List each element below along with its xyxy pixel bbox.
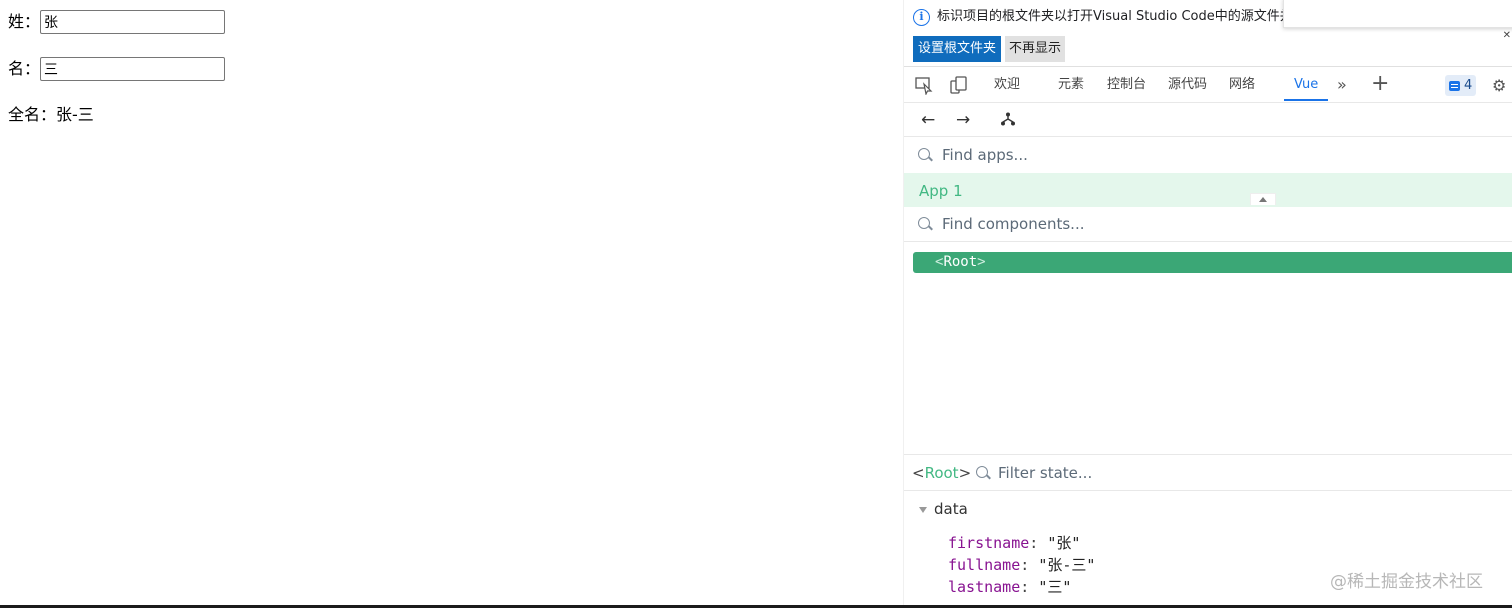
state-property: firstname: "张" — [948, 534, 1081, 552]
find-apps-bar — [904, 137, 1512, 173]
tab-vue[interactable]: Vue — [1294, 67, 1318, 103]
more-tabs-icon[interactable]: » — [1337, 75, 1347, 94]
tab-sources[interactable]: 源代码 — [1168, 67, 1207, 103]
search-icon — [918, 148, 930, 160]
component-tree-root[interactable]: <Root> — [913, 252, 1512, 273]
lastname-input[interactable] — [40, 10, 226, 34]
firstname-label: 名： — [8, 59, 41, 78]
tab-welcome[interactable]: 欢迎 — [994, 67, 1020, 103]
app-list-item[interactable]: App 1 — [904, 173, 1512, 207]
find-components-input[interactable] — [942, 214, 1242, 234]
tab-console[interactable]: 控制台 — [1107, 67, 1146, 103]
devtools-tabbar: 欢迎 元素 控制台 源代码 网络 Vue » + 4 ⚙ — [904, 66, 1512, 103]
close-icon[interactable]: ✕ — [1503, 30, 1511, 41]
filter-state-input[interactable] — [998, 463, 1298, 483]
active-tab-indicator — [1284, 99, 1328, 101]
lastname-label: 姓： — [8, 12, 41, 31]
search-icon — [918, 217, 930, 229]
watermark: @稀土掘金技术社区 — [1330, 572, 1483, 592]
collapse-toggle-icon[interactable] — [1250, 193, 1276, 205]
infobar-message: 标识项目的根文件夹以打开Visual Studio Code中的源文件并 — [937, 9, 1293, 24]
add-tab-icon[interactable]: + — [1371, 71, 1389, 96]
inspect-element-icon[interactable] — [914, 75, 934, 95]
find-apps-input[interactable] — [942, 145, 1242, 165]
state-inspector-header: <Root> — [904, 454, 1512, 491]
firstname-input[interactable] — [40, 57, 226, 81]
vue-nav-bar: ← → — [904, 103, 1512, 137]
firstname-row: 名： — [8, 57, 226, 81]
info-icon: i — [913, 9, 930, 26]
fullname-line: 全名：张-三 — [8, 104, 94, 126]
state-property: lastname: "三" — [948, 578, 1072, 596]
issues-badge[interactable]: 4 — [1445, 75, 1477, 96]
find-components-bar — [904, 207, 1512, 242]
page-content: 姓： 名： 全名：张-三 — [0, 0, 903, 606]
state-property: fullname: "张-三" — [948, 556, 1096, 574]
root-component-name: Root — [943, 254, 978, 270]
devtools-panel: i 标识项目的根文件夹以打开Visual Studio Code中的源文件并 ✕… — [903, 0, 1512, 606]
search-icon — [976, 466, 988, 478]
collapse-arrow-icon[interactable] — [919, 507, 927, 513]
message-icon — [1449, 80, 1460, 91]
tab-network[interactable]: 网络 — [1229, 67, 1255, 103]
issues-count: 4 — [1464, 78, 1473, 93]
overlay-popup — [1283, 0, 1512, 28]
tab-elements[interactable]: 元素 — [1058, 67, 1084, 103]
back-arrow-icon[interactable]: ← — [921, 109, 935, 131]
customize-icon[interactable]: ⚙ — [1492, 76, 1506, 95]
forward-arrow-icon[interactable]: → — [956, 109, 970, 131]
fullname-value: 张-三 — [56, 105, 94, 124]
lastname-row: 姓： — [8, 10, 226, 34]
infobar: i 标识项目的根文件夹以打开Visual Studio Code中的源文件并 ✕… — [904, 0, 1512, 66]
set-root-folder-button[interactable]: 设置根文件夹 — [913, 36, 1002, 62]
app-name: App 1 — [919, 182, 963, 200]
selected-component-label: <Root> — [912, 464, 972, 482]
component-tree-icon[interactable] — [1000, 111, 1016, 127]
dont-show-again-button[interactable]: 不再显示 — [1005, 36, 1066, 62]
data-section-title[interactable]: data — [934, 500, 968, 518]
device-toolbar-icon[interactable] — [948, 75, 968, 95]
fullname-label: 全名： — [8, 105, 57, 124]
